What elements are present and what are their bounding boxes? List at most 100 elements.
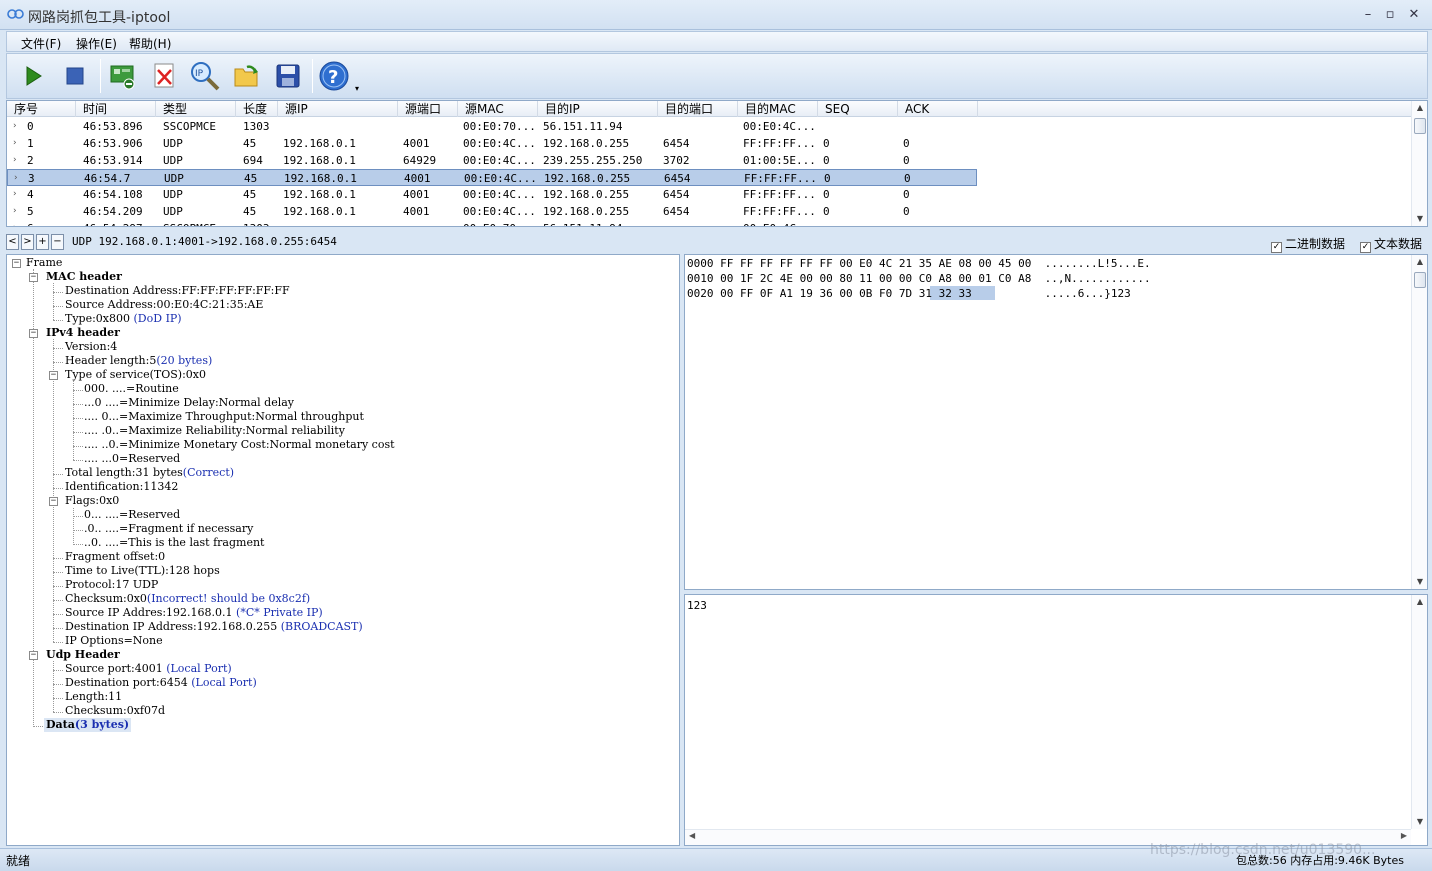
tree-node-dest-addr[interactable]: Destination Address:FF:FF:FF:FF:FF:FF <box>65 284 290 298</box>
packet-row[interactable]: › 4 46:54.108 UDP 45 192.168.0.1 4001 00:E0:4C.… <box>7 186 977 203</box>
ip-search-button[interactable]: IP <box>187 58 223 94</box>
tree-node-type[interactable]: Type:0x800 (DoD IP) <box>65 312 182 326</box>
expand-all-button[interactable]: + <box>36 234 49 250</box>
text-data-checkbox[interactable]: ✓ 文本数据 <box>1360 235 1422 253</box>
tree-node-flag-reserved[interactable]: 0... ....=Reserved <box>84 508 180 522</box>
column-header-dst-mac[interactable]: 目的MAC <box>738 101 818 117</box>
open-file-button[interactable] <box>229 58 265 94</box>
text-pane-scrollbar[interactable]: ▲ ▼ <box>1411 595 1427 829</box>
collapse-all-button[interactable]: − <box>51 234 64 250</box>
row-expand-icon[interactable]: › <box>12 135 17 152</box>
tree-node-udp-length[interactable]: Length:11 <box>65 690 122 704</box>
scroll-right-icon[interactable]: ▶ <box>1401 831 1407 840</box>
row-expand-icon[interactable]: › <box>12 118 17 135</box>
packet-detail-tree[interactable]: − Frame − MAC header Destination Address… <box>6 254 680 846</box>
row-expand-icon[interactable]: › <box>12 186 17 203</box>
close-button[interactable]: ✕ <box>1404 6 1424 24</box>
tree-node-tos[interactable]: Type of service(TOS):0x0 <box>65 368 206 382</box>
text-data-pane[interactable]: 123 ▲ ▼ ◀ ▶ <box>684 594 1428 846</box>
tree-node-tos-routine[interactable]: 000. ....=Routine <box>84 382 179 396</box>
tree-node-src-addr[interactable]: Source Address:00:E0:4C:21:35:AE <box>65 298 263 312</box>
column-header-type[interactable]: 类型 <box>156 101 236 117</box>
column-header-src-ip[interactable]: 源IP <box>278 101 398 117</box>
hex-dump-pane[interactable]: 0000 FF FF FF FF FF FF 00 E0 4C 21 35 AE… <box>684 254 1428 590</box>
maximize-button[interactable]: ▫ <box>1380 6 1400 24</box>
tree-node-mac-header[interactable]: MAC header <box>46 270 122 284</box>
tree-node-src-ip[interactable]: Source IP Addres:192.168.0.1 (*C* Privat… <box>65 606 323 620</box>
scroll-down-icon[interactable]: ▼ <box>1412 575 1427 589</box>
packet-row[interactable]: › 0 46:53.896 SSCOPMCE 1303 00:E0:70... 56.151… <box>7 118 977 135</box>
minimize-button[interactable]: – <box>1358 6 1378 24</box>
collapse-icon[interactable]: − <box>29 651 38 660</box>
row-expand-icon[interactable]: › <box>13 170 18 187</box>
packet-row[interactable]: › 1 46:53.906 UDP 45 192.168.0.1 4001 00:E0:4C.… <box>7 135 977 152</box>
next-packet-button[interactable]: > <box>21 234 34 250</box>
tree-node-dst-ip[interactable]: Destination IP Address:192.168.0.255 (BR… <box>65 620 363 634</box>
row-expand-icon[interactable]: › <box>12 220 17 226</box>
tree-node-flag-fragment[interactable]: .0.. ....=Fragment if necessary <box>84 522 253 536</box>
tree-node-total-length[interactable]: Total length:31 bytes(Correct) <box>65 466 234 480</box>
collapse-icon[interactable]: − <box>49 371 58 380</box>
toolbar-overflow-icon[interactable]: ▾ <box>355 84 359 93</box>
column-header-dst-port[interactable]: 目的端口 <box>658 101 738 117</box>
tree-node-tos-delay[interactable]: ...0 ....=Minimize Delay:Normal delay <box>84 396 294 410</box>
start-capture-button[interactable] <box>15 58 51 94</box>
tree-node-frame[interactable]: Frame <box>26 256 62 270</box>
packet-row[interactable]: › 2 46:53.914 UDP 694 192.168.0.1 64929 00:E0:4… <box>7 152 977 169</box>
tree-node-data[interactable]: Data(3 bytes) <box>44 718 132 732</box>
column-header-dst-ip[interactable]: 目的IP <box>538 101 658 117</box>
tree-node-dst-port[interactable]: Destination port:6454 (Local Port) <box>65 676 257 690</box>
tree-node-flag-last[interactable]: ..0. ....=This is the last fragment <box>84 536 264 550</box>
tree-node-tos-reserved[interactable]: .... ...0=Reserved <box>84 452 180 466</box>
prev-packet-button[interactable]: < <box>6 234 19 250</box>
menu-file[interactable]: 文件(F) <box>21 35 61 52</box>
packet-row[interactable]: › 6 46:54.297 SSCOPMCE 1303 00:E0:70... 56.151… <box>7 220 977 226</box>
column-header-seq[interactable]: SEQ <box>818 101 898 117</box>
tree-node-udp-header[interactable]: Udp Header <box>46 648 120 662</box>
column-header-time[interactable]: 时间 <box>76 101 156 117</box>
binary-data-checkbox[interactable]: ✓ 二进制数据 <box>1271 235 1345 253</box>
column-header-index[interactable]: 序号 <box>7 101 76 117</box>
scroll-thumb[interactable] <box>1414 118 1426 134</box>
scroll-thumb[interactable] <box>1414 272 1426 288</box>
column-header-length[interactable]: 长度 <box>236 101 278 117</box>
tree-node-identification[interactable]: Identification:11342 <box>65 480 178 494</box>
tree-node-tos-reliability[interactable]: .... .0..=Maximize Reliability:Normal re… <box>84 424 345 438</box>
tree-node-ttl[interactable]: Time to Live(TTL):128 hops <box>65 564 220 578</box>
packet-row[interactable]: › 5 46:54.209 UDP 45 192.168.0.1 4001 00:E0:4C.… <box>7 203 977 220</box>
tree-node-version[interactable]: Version:4 <box>65 340 117 354</box>
tree-node-udp-checksum[interactable]: Checksum:0xf07d <box>65 704 165 718</box>
menu-edit[interactable]: 操作(E) <box>76 35 117 52</box>
column-header-src-port[interactable]: 源端口 <box>398 101 458 117</box>
tree-node-flags[interactable]: Flags:0x0 <box>65 494 119 508</box>
collapse-icon[interactable]: − <box>29 329 38 338</box>
tree-node-fragment-offset[interactable]: Fragment offset:0 <box>65 550 165 564</box>
column-header-ack[interactable]: ACK <box>898 101 978 117</box>
scroll-down-icon[interactable]: ▼ <box>1412 212 1427 226</box>
tree-node-tos-throughput[interactable]: .... 0...=Maximize Throughput:Normal thr… <box>84 410 364 424</box>
collapse-icon[interactable]: − <box>12 259 21 268</box>
scroll-left-icon[interactable]: ◀ <box>689 831 695 840</box>
clear-button[interactable] <box>147 58 183 94</box>
hex-pane-scrollbar[interactable]: ▲ ▼ <box>1411 255 1427 589</box>
tree-node-protocol[interactable]: Protocol:17 UDP <box>65 578 158 592</box>
tree-node-tos-cost[interactable]: .... ..0.=Minimize Monetary Cost:Normal … <box>84 438 395 452</box>
row-expand-icon[interactable]: › <box>12 152 17 169</box>
tree-node-ip-options[interactable]: IP Options=None <box>65 634 163 648</box>
tree-node-src-port[interactable]: Source port:4001 (Local Port) <box>65 662 232 676</box>
help-button[interactable]: ? <box>316 58 352 94</box>
tree-node-ipv4-header[interactable]: IPv4 header <box>46 326 120 340</box>
scroll-up-icon[interactable]: ▲ <box>1412 255 1427 269</box>
stop-capture-button[interactable] <box>57 58 93 94</box>
tree-node-checksum[interactable]: Checksum:0x0(Incorrect! should be 0x8c2f… <box>65 592 310 606</box>
scroll-down-icon[interactable]: ▼ <box>1412 815 1427 829</box>
tree-node-header-length[interactable]: Header length:5(20 bytes) <box>65 354 212 368</box>
select-adapter-button[interactable] <box>105 58 141 94</box>
row-expand-icon[interactable]: › <box>12 203 17 220</box>
menu-help[interactable]: 帮助(H) <box>129 35 171 52</box>
collapse-icon[interactable]: − <box>29 273 38 282</box>
collapse-icon[interactable]: − <box>49 497 58 506</box>
scroll-up-icon[interactable]: ▲ <box>1412 101 1427 115</box>
column-header-src-mac[interactable]: 源MAC <box>458 101 538 117</box>
packet-list-scrollbar[interactable]: ▲ ▼ <box>1411 101 1427 226</box>
